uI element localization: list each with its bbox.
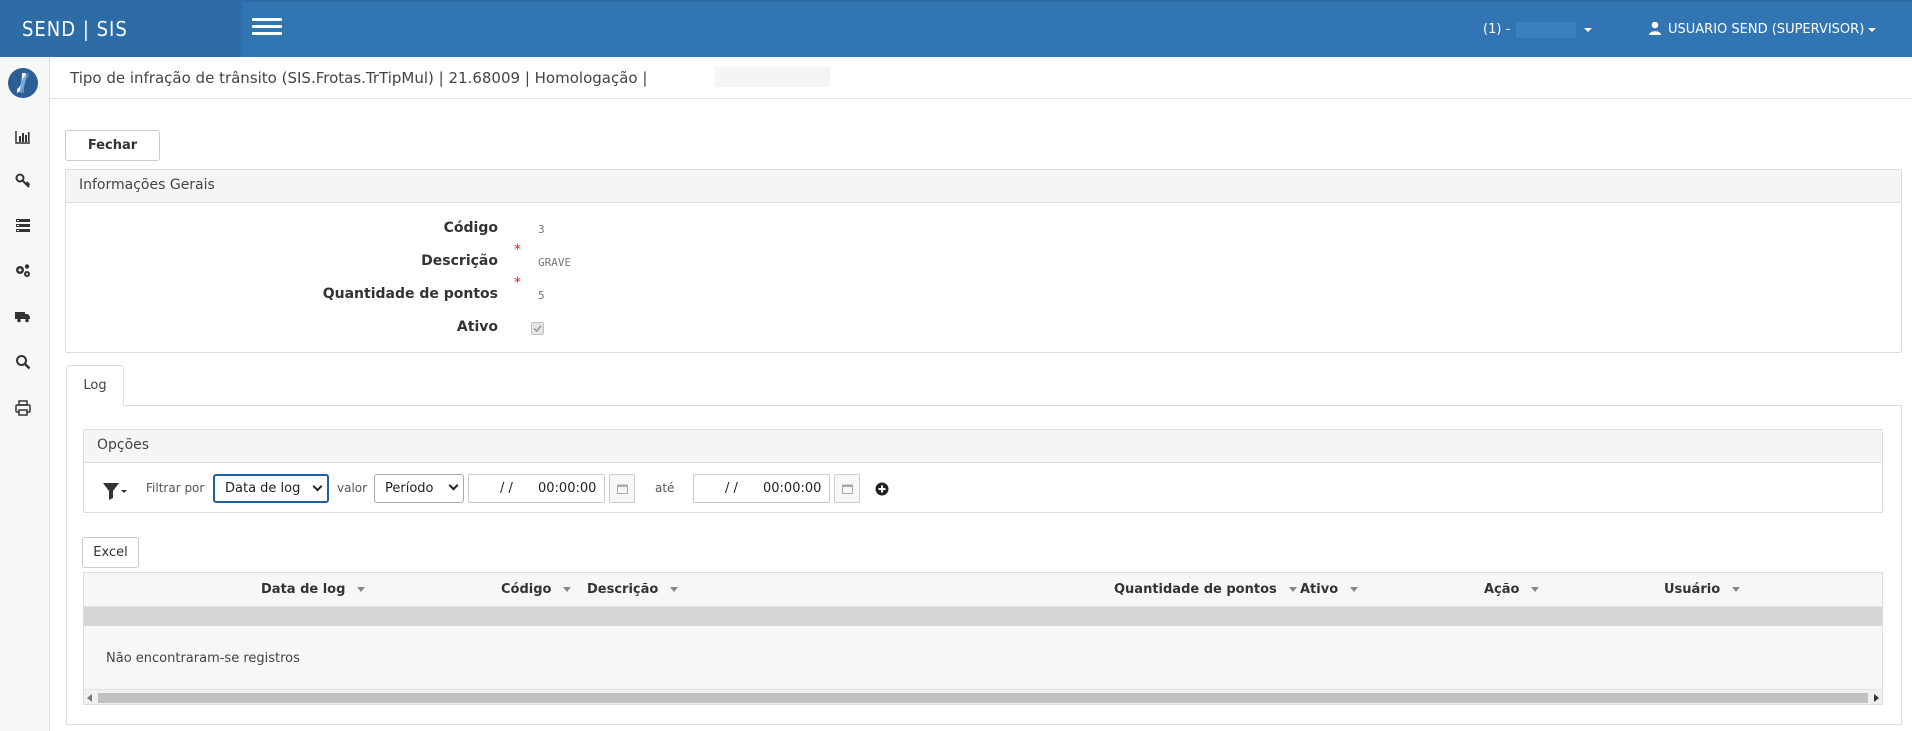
empty-message: Não encontraram-se registros [106,651,300,666]
menu-toggle-button[interactable] [252,18,282,40]
filter-icon[interactable] [102,481,128,501]
key-icon[interactable] [13,170,33,190]
tab-log[interactable]: Log [66,365,124,406]
value-label: valor [337,481,368,495]
chevron-down-icon [312,481,323,492]
to-datetime-input[interactable]: / / 00:00:00 [693,474,830,503]
sort-caret-icon[interactable] [1732,587,1741,592]
scroll-left-icon[interactable] [87,694,92,702]
sort-caret-icon[interactable] [563,587,572,592]
to-calendar-button[interactable] [834,474,860,503]
top-bar: SEND | SIS (1) - USUARIO SEND (SUPERVISO… [0,0,1912,59]
truck-icon[interactable] [13,306,33,326]
general-info-panel: Informações Gerais Código Descrição Quan… [65,169,1902,353]
from-calendar-button[interactable] [609,474,635,503]
field-label-ativo: Ativo [456,319,498,335]
excel-button[interactable]: Excel [82,537,139,568]
from-time-value: 00:00:00 [538,481,597,496]
chart-icon[interactable] [13,127,33,147]
scrollbar-thumb[interactable] [98,693,1868,703]
gears-icon[interactable] [13,261,33,281]
user-label: USUARIO SEND (SUPERVISOR) [1668,22,1865,37]
user-menu[interactable]: USUARIO SEND (SUPERVISOR) [1648,2,1877,59]
company-name-redacted [1516,21,1577,38]
sort-caret-icon[interactable] [670,587,679,592]
chevron-down-icon [448,480,459,491]
field-labels: Código Descrição Quantidade de pontos At… [66,170,498,354]
chevron-down-icon [1868,27,1877,32]
from-date-value: / / [500,481,513,496]
search-icon[interactable] [13,352,33,372]
app-logo-icon[interactable] [7,67,39,99]
page-title: Tipo de infração de trânsito (SIS.Frotas… [70,69,648,87]
sort-caret-icon[interactable] [357,587,366,592]
field-label-quantidade-pontos: Quantidade de pontos [322,286,498,302]
field-value-codigo: 3 [538,223,545,236]
calendar-icon [617,484,628,494]
value-mode-value: Período [385,481,434,496]
required-marker: * [514,242,521,258]
filter-field-select[interactable]: Data de log [213,474,329,503]
field-value-quantidade-pontos: 5 [538,289,545,302]
value-mode-select[interactable]: Período [374,474,464,503]
field-label-descricao: Descrição [421,253,498,269]
page-title-bar: Tipo de infração de trânsito (SIS.Frotas… [50,57,1912,99]
filter-by-label: Filtrar por [146,481,205,495]
table-header: Data de log Código Descrição Quantidade … [84,573,1882,607]
column-header-data-de-log[interactable]: Data de log [261,582,366,597]
column-header-usuario[interactable]: Usuário [1664,582,1741,597]
field-value-descricao: GRAVE [538,256,572,269]
brand-logo[interactable]: SEND | SIS [0,2,242,59]
filter-field-value: Data de log [225,481,301,496]
environment-name-redacted [715,67,830,87]
table-group-strip [84,607,1882,626]
sort-caret-icon[interactable] [1350,587,1359,592]
column-header-ativo[interactable]: Ativo [1300,582,1359,597]
until-label: até [655,481,675,495]
sort-caret-icon[interactable] [1531,587,1540,592]
horizontal-scrollbar[interactable] [84,689,1882,704]
to-time-value: 00:00:00 [763,481,822,496]
options-panel: Opções Filtrar por Data de log valor Per… [83,429,1883,513]
scroll-right-icon[interactable] [1874,694,1879,702]
ativo-checkbox[interactable] [531,322,544,335]
print-icon[interactable] [13,398,33,418]
company-selector[interactable]: (1) - [1483,2,1593,59]
column-header-codigo[interactable]: Código [501,582,572,597]
close-button[interactable]: Fechar [65,130,160,161]
sidebar [0,57,50,731]
column-header-quantidade-pontos[interactable]: Quantidade de pontos [1114,582,1297,597]
calendar-icon [842,484,853,494]
required-marker: * [514,275,521,291]
options-header: Opções [84,430,1882,463]
to-date-value: / / [725,481,738,496]
user-icon [1649,21,1661,35]
column-header-acao[interactable]: Ação [1484,582,1540,597]
column-header-descricao[interactable]: Descrição [587,582,679,597]
company-label: (1) - [1483,22,1511,37]
sort-caret-icon[interactable] [1288,587,1297,592]
chevron-down-icon [1584,27,1593,32]
add-filter-icon[interactable] [875,482,889,496]
field-label-codigo: Código [443,220,498,236]
from-datetime-input[interactable]: / / 00:00:00 [468,474,605,503]
list-icon[interactable] [13,215,33,235]
log-table: Data de log Código Descrição Quantidade … [83,572,1883,705]
